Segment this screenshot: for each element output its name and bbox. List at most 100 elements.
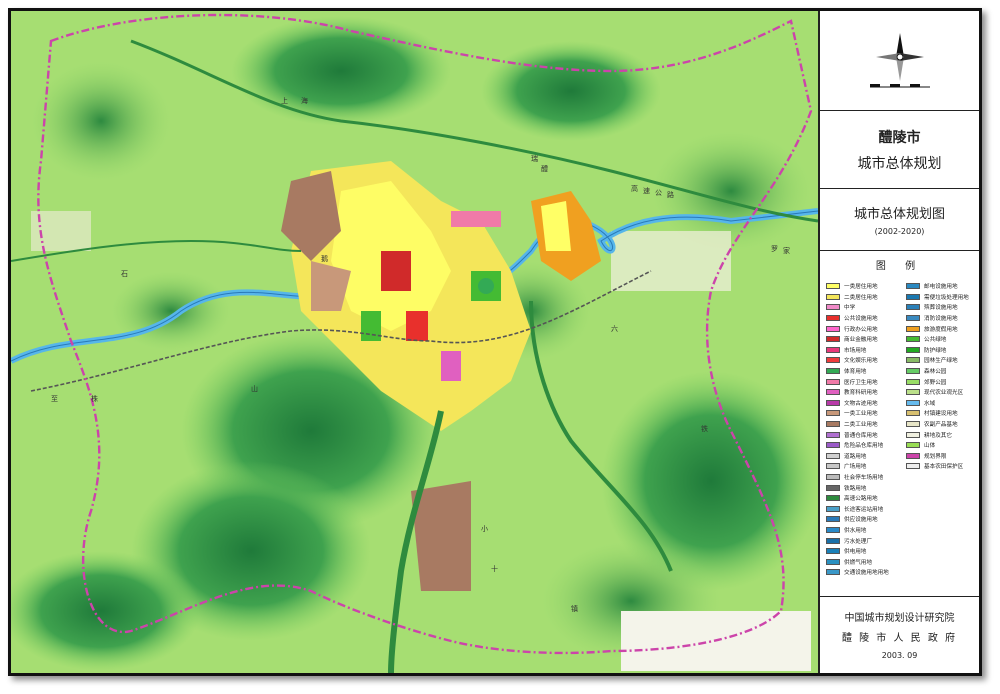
legend-item: 商业金融用地	[826, 334, 904, 345]
legend-item: 供电用地	[826, 546, 904, 557]
legend-item: 铁路用地	[826, 482, 904, 493]
legend-swatch	[826, 315, 840, 322]
legend-item: 一类居住用地	[826, 281, 904, 292]
title-plan: 城市总体规划	[857, 156, 942, 172]
map-label-3: 醴	[541, 164, 548, 173]
map-label-0: 上	[281, 96, 288, 105]
map-frame: 上 海 瑞 醴 高 速 公 路 株 六 鹅 小 十 山 铁 石 镇 罗 家 至	[8, 8, 982, 676]
residential-east	[541, 201, 571, 251]
legend-label: 教育科研用地	[844, 390, 878, 397]
legend-swatch	[826, 537, 840, 544]
map-years: (2002-2020)	[874, 227, 925, 236]
legend-item: 现代农业观光区	[906, 387, 984, 398]
legend-swatch	[826, 357, 840, 364]
mountain-north	[231, 16, 451, 126]
organization-section: 中国城市规划设计研究院 醴 陵 市 人 民 政 府 2003. 09	[820, 597, 979, 673]
legend-swatch	[906, 368, 920, 375]
legend-label: 基本农田保护区	[924, 464, 964, 471]
legend-label: 园林生产绿地	[924, 358, 958, 365]
legend-item: 森林公园	[906, 366, 984, 377]
legend-item: 山体	[906, 440, 984, 451]
legend-item: 行政办公用地	[826, 323, 904, 334]
legend-label: 防护绿地	[924, 347, 947, 354]
legend-swatch	[906, 357, 920, 364]
legend-item: 公共绿地	[906, 334, 984, 345]
map-title-section: 城市总体规划图 (2002-2020)	[820, 189, 979, 251]
legend-item: 供应设施用地	[826, 514, 904, 525]
map-label-6: 公	[655, 189, 662, 197]
legend-swatch	[906, 410, 920, 417]
map-label-4: 高	[631, 184, 638, 193]
legend-swatch	[826, 346, 840, 353]
legend-item: 防护绿地	[906, 345, 984, 356]
legend-label: 道路用地	[844, 453, 867, 460]
legend-label: 公共绿地	[924, 337, 947, 344]
legend-label: 森林公园	[924, 369, 947, 376]
map-label-13: 山	[251, 384, 258, 393]
map-label-8: 株	[91, 394, 98, 403]
legend-swatch	[906, 293, 920, 300]
legend-item: 消防设施用地	[906, 313, 984, 324]
legend-column-left: 一类居住用地 二类居住用地 中学 公共设施用地 行政办公用地 商业金融用地 市场用地 文化娱乐…	[826, 281, 904, 578]
legend-swatch	[826, 399, 840, 406]
legend-label: 文物古迹用地	[844, 400, 878, 407]
legend-label: 长途客运站用地	[844, 506, 884, 513]
legend-label: 供水用地	[844, 527, 867, 534]
legend-swatch	[826, 389, 840, 396]
map-label-16: 镇	[571, 604, 578, 613]
legend-heading: 图 例	[875, 261, 924, 272]
legend-label: 铁路用地	[844, 485, 867, 492]
medical-area	[451, 211, 501, 227]
legend-label: 交通设施用地用地	[844, 570, 889, 577]
legend-label: 公共设施用地	[844, 316, 878, 323]
legend-label: 一类工业用地	[844, 411, 878, 418]
legend-label: 行政办公用地	[844, 326, 878, 333]
legend-item: 体育用地	[826, 366, 904, 377]
legend-swatch	[826, 421, 840, 428]
legend-item: 交通设施用地用地	[826, 567, 904, 578]
legend-item: 文化娱乐用地	[826, 355, 904, 366]
stadium	[478, 278, 494, 294]
legend-swatch	[906, 421, 920, 428]
legend-label: 文化娱乐用地	[844, 358, 878, 365]
legend-swatch	[906, 315, 920, 322]
legend-item: 广场用地	[826, 461, 904, 472]
legend-swatch	[826, 558, 840, 565]
map-label-12: 十	[491, 564, 498, 573]
compass-section	[820, 11, 979, 111]
legend-label: 中学	[844, 305, 856, 312]
legend-item: 供水用地	[826, 525, 904, 536]
mountain-northwest	[31, 61, 171, 181]
legend-item: 水域	[906, 398, 984, 409]
map-label-9: 六	[611, 324, 618, 333]
legend-swatch	[826, 452, 840, 459]
legend-swatch	[826, 526, 840, 533]
legend-swatch	[906, 442, 920, 449]
map-label-5: 速	[643, 187, 650, 195]
legend-swatch	[826, 378, 840, 385]
legend-item: 耕地及其它	[906, 429, 984, 440]
legend-item: 旅游度假用地	[906, 323, 984, 334]
legend-swatch	[826, 431, 840, 438]
legend-swatch	[826, 368, 840, 375]
legend-swatch	[826, 548, 840, 555]
legend-swatch	[906, 463, 920, 470]
legend-swatch	[826, 304, 840, 311]
hill-west	[111, 271, 231, 351]
legend-label: 二类工业用地	[844, 422, 878, 429]
legend-item: 殡葬设施用地	[906, 302, 984, 313]
org-government: 醴 陵 市 人 民 政 府	[841, 633, 958, 644]
legend-swatch	[906, 336, 920, 343]
map-label-18: 家	[783, 246, 790, 255]
legend-swatch	[826, 484, 840, 491]
legend-label: 污水处理厂	[844, 538, 872, 545]
legend-swatch	[906, 378, 920, 385]
legend-swatch	[826, 283, 840, 290]
legend-swatch	[906, 304, 920, 311]
legend-label: 体育用地	[844, 369, 867, 376]
legend-label: 广场用地	[844, 464, 867, 471]
legend-label: 供应设施用地	[844, 517, 878, 524]
legend-item: 供燃气用地	[826, 556, 904, 567]
legend-item: 高速公路用地	[826, 493, 904, 504]
legend-label: 二类居住用地	[844, 294, 878, 301]
